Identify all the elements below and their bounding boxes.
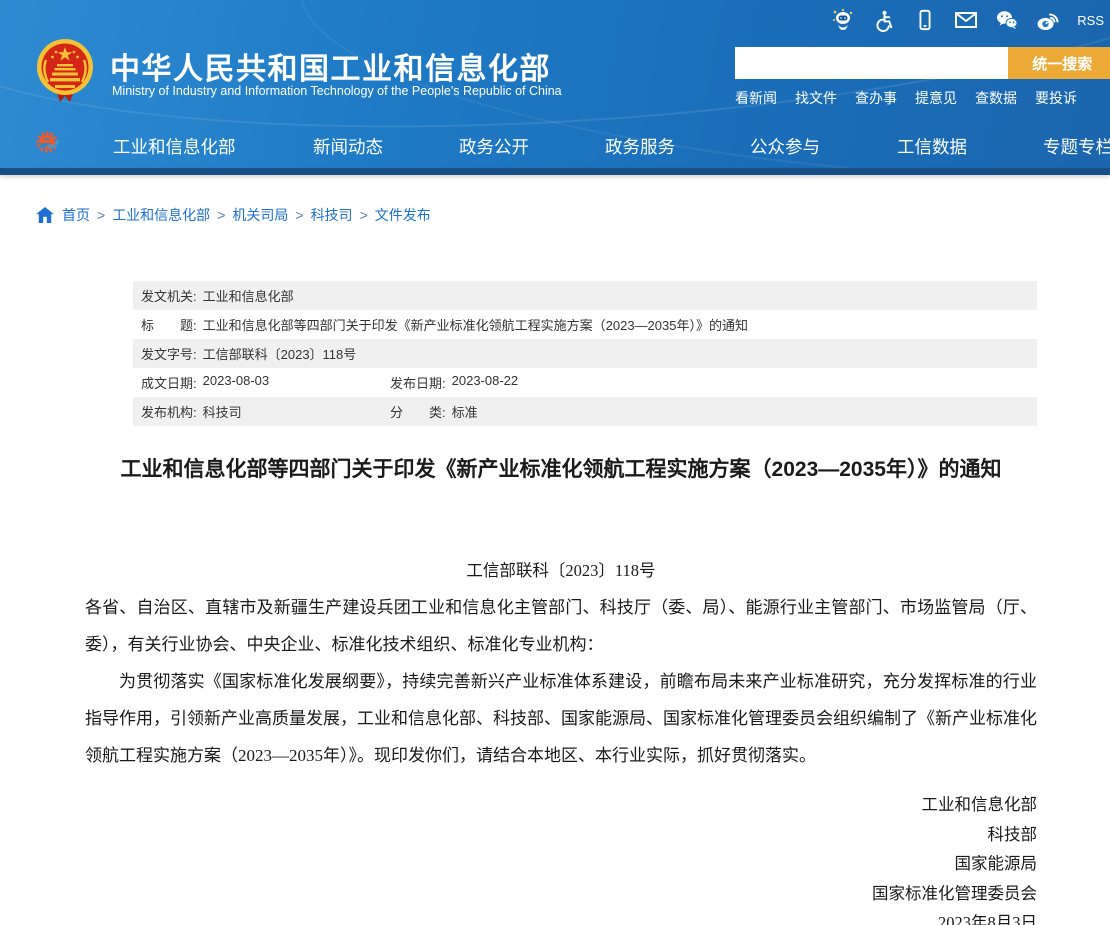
meta-row-dates: 成文日期: 2023-08-03 发布日期: 2023-08-22 bbox=[133, 368, 1037, 397]
rss-link[interactable]: RSS bbox=[1077, 13, 1104, 28]
meta-row-issuing-agency: 发文机关: 工业和信息化部 bbox=[133, 281, 1037, 310]
nav-item-public-participation[interactable]: 公众参与 bbox=[750, 134, 820, 159]
wechat-icon[interactable] bbox=[995, 8, 1019, 32]
meta-label: 成文日期: bbox=[141, 373, 197, 392]
meta-label: 发布日期: bbox=[390, 373, 446, 392]
meta-value: 2023-08-22 bbox=[452, 373, 519, 392]
quick-link-complaint[interactable]: 要投诉 bbox=[1035, 88, 1077, 108]
breadcrumb-separator: > bbox=[360, 207, 368, 223]
meta-value: 标准 bbox=[452, 402, 478, 421]
quick-links: 看新闻 找文件 查办事 提意见 查数据 要投诉 bbox=[735, 88, 1077, 108]
nav-item-miit-data[interactable]: 工信数据 bbox=[897, 134, 967, 159]
nav-item-special-topics[interactable]: 专题专栏 bbox=[1043, 134, 1110, 159]
meta-value: 科技司 bbox=[203, 402, 242, 421]
signature-date: 2023年8月3日 bbox=[85, 908, 1037, 925]
quick-link-services[interactable]: 查办事 bbox=[855, 88, 897, 108]
meta-label: 发文机关: bbox=[141, 286, 197, 305]
main-nav: 工业和信息化部 新闻动态 政务公开 政务服务 公众参与 工信数据 专题专栏 bbox=[0, 126, 1110, 168]
nav-item-gov-services[interactable]: 政务服务 bbox=[605, 134, 675, 159]
quick-link-news[interactable]: 看新闻 bbox=[735, 88, 777, 108]
site-header: RSS 中华人民共和国工业和信息化部 Ministry of Industry … bbox=[0, 0, 1110, 168]
meta-row-title: 标 题: 工业和信息化部等四部门关于印发《新产业标准化领航工程实施方案（2023… bbox=[133, 310, 1037, 339]
mascot-icon[interactable] bbox=[831, 8, 855, 32]
search-box: 统一搜索 bbox=[735, 47, 1110, 79]
meta-value: 工信部联科〔2023〕118号 bbox=[203, 344, 357, 363]
meta-row-doc-number: 发文字号: 工信部联科〔2023〕118号 bbox=[133, 339, 1037, 368]
article-paragraph: 各省、自治区、直辖市及新疆生产建设兵团工业和信息化主管部门、科技厅（委、局）、能… bbox=[85, 589, 1037, 663]
document-meta-table: 发文机关: 工业和信息化部 标 题: 工业和信息化部等四部门关于印发《新产业标准… bbox=[133, 281, 1037, 426]
meta-value: 工业和信息化部等四部门关于印发《新产业标准化领航工程实施方案（2023—2035… bbox=[203, 315, 748, 334]
breadcrumb-miit[interactable]: 工业和信息化部 bbox=[112, 205, 210, 225]
site-title: 中华人民共和国工业和信息化部 bbox=[110, 44, 551, 88]
meta-label: 发布机构: bbox=[141, 402, 197, 421]
signature-line: 科技部 bbox=[85, 820, 1037, 850]
miit-e-logo-icon bbox=[34, 128, 62, 156]
breadcrumb-home[interactable]: 首页 bbox=[62, 205, 90, 225]
breadcrumb-departments[interactable]: 机关司局 bbox=[232, 205, 288, 225]
meta-row-publisher-category: 发布机构: 科技司 分 类: 标准 bbox=[133, 397, 1037, 426]
national-emblem-logo bbox=[36, 38, 94, 104]
article-doc-number: 工信部联科〔2023〕118号 bbox=[85, 557, 1037, 581]
breadcrumb: 首页 > 工业和信息化部 > 机关司局 > 科技司 > 文件发布 bbox=[36, 205, 431, 225]
meta-label: 标 题: bbox=[141, 315, 197, 334]
site-subtitle: Ministry of Industry and Information Tec… bbox=[112, 84, 562, 98]
signature-line: 工业和信息化部 bbox=[85, 790, 1037, 820]
home-icon[interactable] bbox=[36, 207, 54, 223]
article-body: 各省、自治区、直辖市及新疆生产建设兵团工业和信息化主管部门、科技厅（委、局）、能… bbox=[85, 589, 1037, 774]
signature-line: 国家标准化管理委员会 bbox=[85, 879, 1037, 909]
article: 工业和信息化部等四部门关于印发《新产业标准化领航工程实施方案（2023—2035… bbox=[85, 455, 1037, 925]
weibo-icon[interactable] bbox=[1036, 8, 1060, 32]
nav-item-news[interactable]: 新闻动态 bbox=[313, 134, 383, 159]
search-input[interactable] bbox=[735, 47, 1008, 79]
article-title: 工业和信息化部等四部门关于印发《新产业标准化领航工程实施方案（2023—2035… bbox=[85, 455, 1037, 485]
nav-item-miit[interactable]: 工业和信息化部 bbox=[113, 134, 236, 159]
breadcrumb-separator: > bbox=[97, 207, 105, 223]
nav-item-gov-disclosure[interactable]: 政务公开 bbox=[459, 134, 529, 159]
breadcrumb-separator: > bbox=[295, 207, 303, 223]
meta-value: 2023-08-03 bbox=[203, 373, 270, 392]
meta-label: 发文字号: bbox=[141, 344, 197, 363]
mobile-icon[interactable] bbox=[913, 8, 937, 32]
unified-search-button[interactable]: 统一搜索 bbox=[1008, 47, 1110, 79]
accessibility-icon[interactable] bbox=[872, 8, 896, 32]
header-bottom-strip bbox=[0, 168, 1110, 175]
meta-value: 工业和信息化部 bbox=[203, 286, 294, 305]
breadcrumb-document-release[interactable]: 文件发布 bbox=[375, 205, 431, 225]
quick-link-feedback[interactable]: 提意见 bbox=[915, 88, 957, 108]
mail-icon[interactable] bbox=[954, 8, 978, 32]
article-paragraph: 为贯彻落实《国家标准化发展纲要》，持续完善新兴产业标准体系建设，前瞻布局未来产业… bbox=[85, 663, 1037, 774]
breadcrumb-science-tech-dept[interactable]: 科技司 bbox=[311, 205, 353, 225]
meta-label: 分 类: bbox=[390, 402, 446, 421]
page: RSS 中华人民共和国工业和信息化部 Ministry of Industry … bbox=[0, 0, 1110, 925]
signature-block: 工业和信息化部 科技部 国家能源局 国家标准化管理委员会 2023年8月3日 bbox=[85, 790, 1037, 925]
quick-link-data[interactable]: 查数据 bbox=[975, 88, 1017, 108]
signature-line: 国家能源局 bbox=[85, 849, 1037, 879]
breadcrumb-separator: > bbox=[217, 207, 225, 223]
top-icon-bar: RSS bbox=[831, 8, 1104, 32]
quick-link-files[interactable]: 找文件 bbox=[795, 88, 837, 108]
